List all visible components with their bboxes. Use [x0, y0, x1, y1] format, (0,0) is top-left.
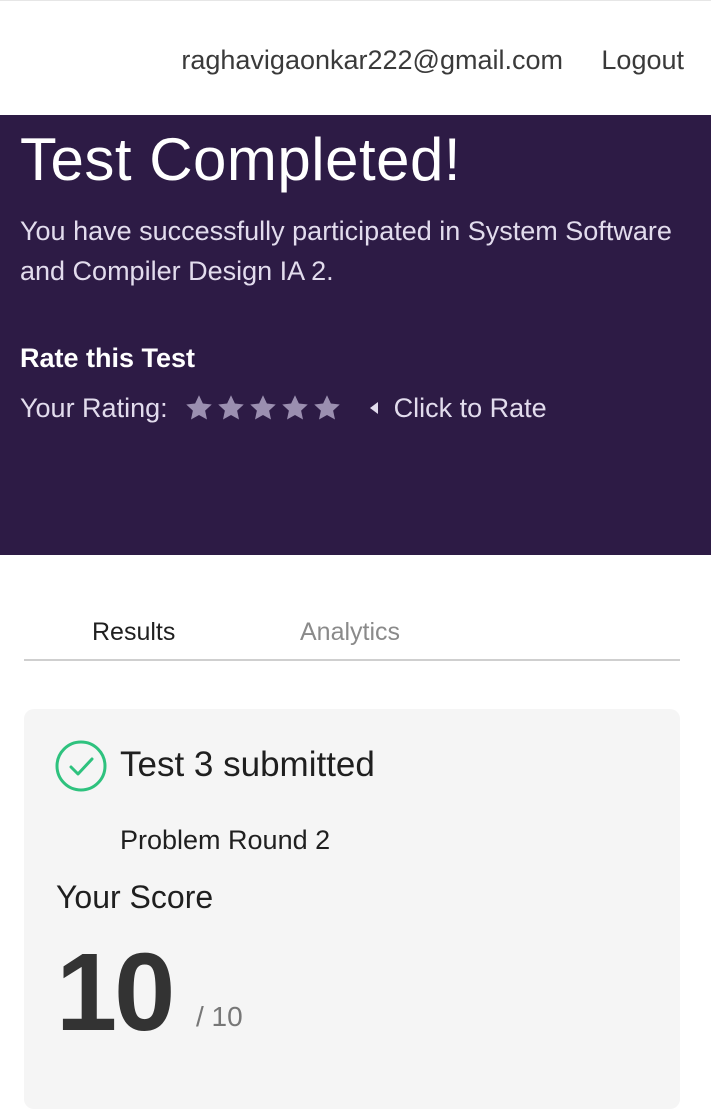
star-icon[interactable]: [184, 393, 214, 423]
submission-status: Test 3 submitted: [120, 745, 375, 784]
result-tabs: Results Analytics: [24, 606, 680, 661]
click-to-rate-label[interactable]: Click to Rate: [394, 393, 547, 424]
star-icon[interactable]: [312, 393, 342, 423]
star-icon[interactable]: [280, 393, 310, 423]
score-label: Your Score: [56, 879, 214, 915]
page-title: Test Completed!: [20, 126, 462, 193]
result-card: Test 3 submitted Problem Round 2 Your Sc…: [24, 709, 680, 1109]
user-email: raghavigaonkar222@gmail.com: [181, 45, 563, 75]
rate-heading: Rate this Test: [20, 343, 196, 373]
star-icon[interactable]: [216, 393, 246, 423]
caret-left-icon: [368, 399, 380, 417]
rating-label: Your Rating:: [20, 392, 168, 423]
completion-message: You have successfully participated in Sy…: [20, 216, 672, 286]
score-total: / 10: [196, 1001, 243, 1032]
logout-link[interactable]: Logout: [601, 45, 684, 76]
score-value: 10: [56, 931, 175, 1054]
top-navbar: raghavigaonkar222@gmail.com Logout: [0, 0, 711, 115]
tab-analytics[interactable]: Analytics: [300, 618, 400, 647]
star-icon[interactable]: [248, 393, 278, 423]
test-completed-banner: Test Completed! You have successfully pa…: [0, 115, 711, 555]
star-rating[interactable]: [184, 393, 344, 423]
rating-row: Your Rating: Click to Rate: [20, 390, 547, 426]
tab-results[interactable]: Results: [92, 618, 175, 647]
check-circle-icon: [55, 740, 107, 792]
round-name: Problem Round 2: [120, 825, 331, 855]
